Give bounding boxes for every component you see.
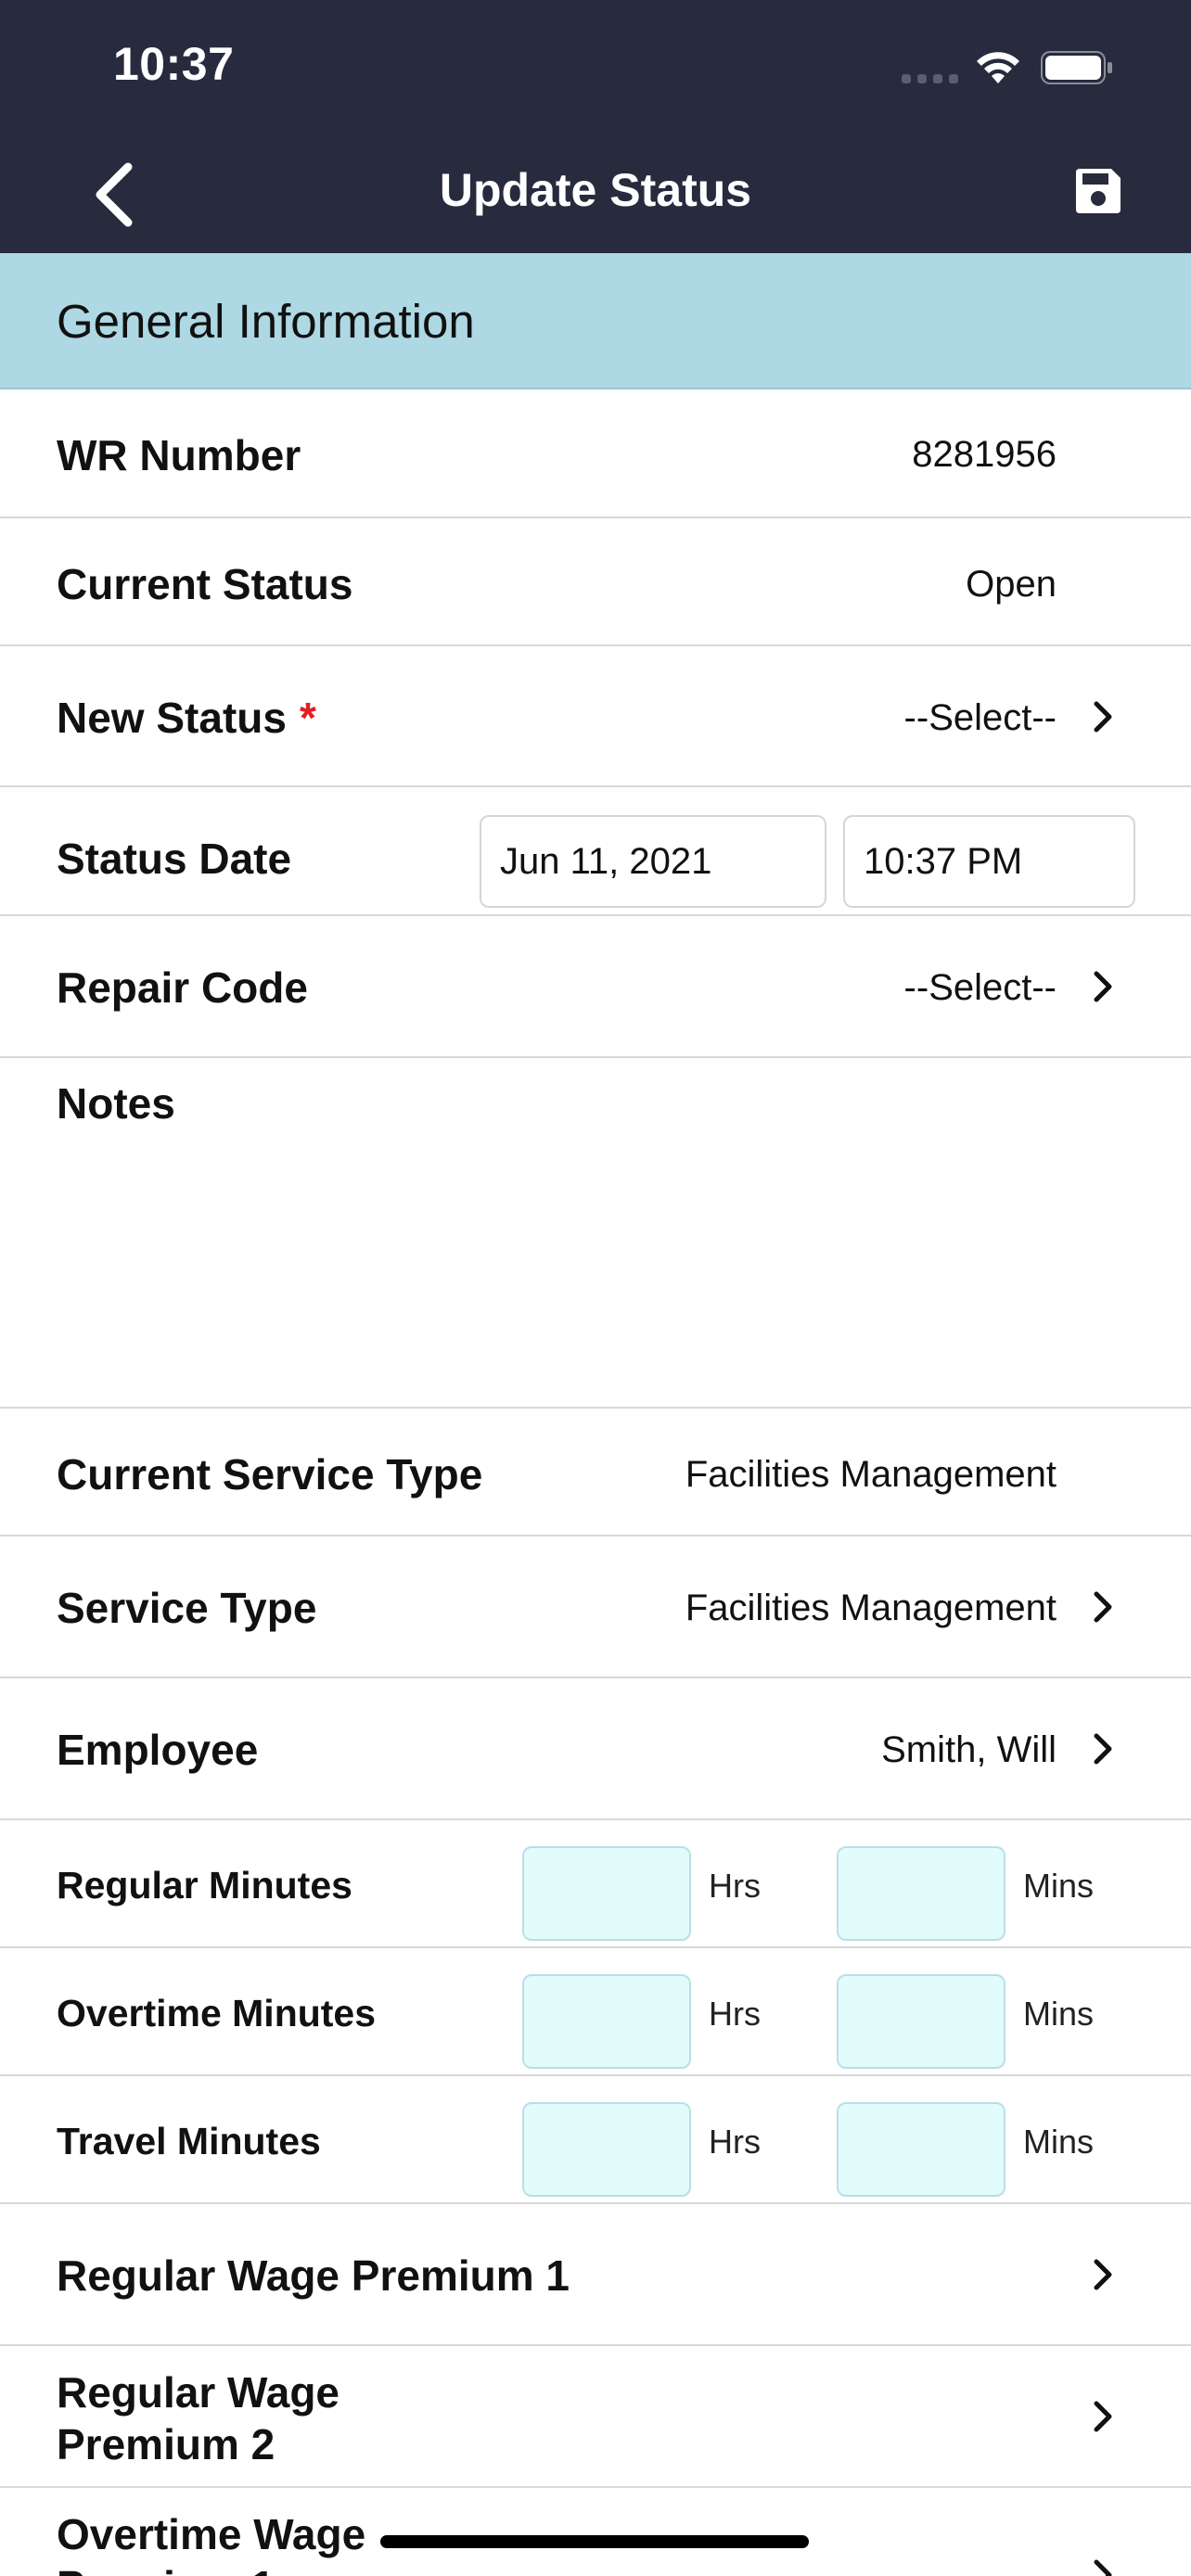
hrs-unit-label: Hrs bbox=[709, 1995, 761, 2033]
service-type-value: Facilities Management bbox=[685, 1588, 1057, 1628]
chevron-right-icon bbox=[1094, 2559, 1112, 2576]
repair-code-row[interactable]: Repair Code --Select-- bbox=[0, 916, 1191, 1058]
travel-hours-input[interactable] bbox=[522, 2102, 691, 2197]
current-service-type-row: Current Service Type Facilities Manageme… bbox=[0, 1409, 1191, 1537]
mins-unit-label: Mins bbox=[1023, 1867, 1095, 1905]
chevron-right-icon bbox=[1094, 1733, 1112, 1765]
travel-minutes-label: Travel Minutes bbox=[57, 2120, 321, 2162]
new-status-label: New Status * bbox=[57, 693, 316, 743]
overtime-hours-input[interactable] bbox=[522, 1974, 691, 2069]
regular-wage-premium-2-row[interactable]: Regular Wage Premium 2 bbox=[0, 2346, 1191, 2488]
new-status-label-text: New Status bbox=[57, 694, 287, 742]
save-disk-icon[interactable] bbox=[1072, 165, 1124, 217]
notes-label: Notes bbox=[57, 1079, 175, 1128]
hrs-unit-label: Hrs bbox=[709, 2123, 761, 2161]
status-date-label: Status Date bbox=[57, 835, 292, 883]
travel-minutes-row: Travel Minutes Hrs Mins bbox=[0, 2076, 1191, 2204]
current-service-type-label: Current Service Type bbox=[57, 1450, 483, 1498]
new-status-row[interactable]: New Status * --Select-- bbox=[0, 646, 1191, 787]
status-bar-time: 10:37 bbox=[113, 38, 235, 90]
employee-row[interactable]: Employee Smith, Will bbox=[0, 1678, 1191, 1820]
chevron-right-icon bbox=[1094, 2259, 1112, 2290]
notes-textarea[interactable] bbox=[57, 1141, 1134, 1388]
employee-value: Smith, Will bbox=[881, 1729, 1057, 1770]
overtime-wage-premium-1-row[interactable]: Overtime Wage Premium 1 bbox=[0, 2488, 1191, 2576]
status-time-field[interactable]: 10:37 PM bbox=[843, 815, 1135, 908]
chevron-right-icon bbox=[1094, 1591, 1112, 1623]
hrs-unit-label: Hrs bbox=[709, 1867, 761, 1905]
wr-number-row: WR Number 8281956 bbox=[0, 389, 1191, 518]
battery-icon bbox=[1041, 51, 1112, 84]
regular-wage-premium-1-row[interactable]: Regular Wage Premium 1 bbox=[0, 2204, 1191, 2346]
current-status-row: Current Status Open bbox=[0, 518, 1191, 646]
overtime-minutes-label: Overtime Minutes bbox=[57, 1992, 377, 2034]
notes-row[interactable]: Notes bbox=[0, 1058, 1191, 1409]
signal-icon bbox=[902, 74, 959, 83]
mins-unit-label: Mins bbox=[1023, 1995, 1095, 2033]
section-title: General Information bbox=[57, 295, 475, 348]
new-status-value: --Select-- bbox=[903, 697, 1057, 738]
regular-minutes-label: Regular Minutes bbox=[57, 1864, 352, 1906]
service-type-row[interactable]: Service Type Facilities Management bbox=[0, 1537, 1191, 1678]
chevron-right-icon bbox=[1094, 2401, 1112, 2432]
section-header-general-information: General Information bbox=[0, 253, 1191, 389]
regular-wage-premium-1-label: Regular Wage Premium 1 bbox=[57, 2251, 570, 2300]
regular-mins-input[interactable] bbox=[837, 1846, 1005, 1941]
current-status-label: Current Status bbox=[57, 560, 353, 608]
regular-minutes-row: Regular Minutes Hrs Mins bbox=[0, 1820, 1191, 1948]
chevron-right-icon bbox=[1094, 701, 1112, 733]
overtime-mins-input[interactable] bbox=[837, 1974, 1005, 2069]
wr-number-label: WR Number bbox=[57, 431, 301, 479]
current-status-value: Open bbox=[966, 564, 1057, 605]
status-date-row: Status Date Jun 11, 2021 10:37 PM bbox=[0, 787, 1191, 916]
required-mark: * bbox=[299, 694, 316, 742]
overtime-minutes-row: Overtime Minutes Hrs Mins bbox=[0, 1948, 1191, 2076]
home-indicator[interactable] bbox=[380, 2535, 809, 2548]
regular-hours-input[interactable] bbox=[522, 1846, 691, 1941]
wr-number-value: 8281956 bbox=[912, 434, 1057, 475]
wifi-icon bbox=[977, 52, 1019, 83]
status-date-field[interactable]: Jun 11, 2021 bbox=[480, 815, 826, 908]
page-title: Update Status bbox=[439, 164, 752, 216]
current-service-type-value: Facilities Management bbox=[685, 1454, 1057, 1495]
overtime-wage-premium-1-label: Overtime Wage Premium 1 bbox=[57, 2510, 366, 2576]
mins-unit-label: Mins bbox=[1023, 2123, 1095, 2161]
travel-mins-input[interactable] bbox=[837, 2102, 1005, 2197]
top-bar: 10:37 Update Status bbox=[0, 0, 1191, 253]
employee-label: Employee bbox=[57, 1726, 259, 1774]
repair-code-label: Repair Code bbox=[57, 963, 308, 1012]
chevron-right-icon bbox=[1094, 971, 1112, 1002]
regular-wage-premium-2-label: Regular Wage Premium 2 bbox=[57, 2368, 340, 2468]
service-type-label: Service Type bbox=[57, 1584, 317, 1632]
repair-code-value: --Select-- bbox=[903, 967, 1057, 1008]
